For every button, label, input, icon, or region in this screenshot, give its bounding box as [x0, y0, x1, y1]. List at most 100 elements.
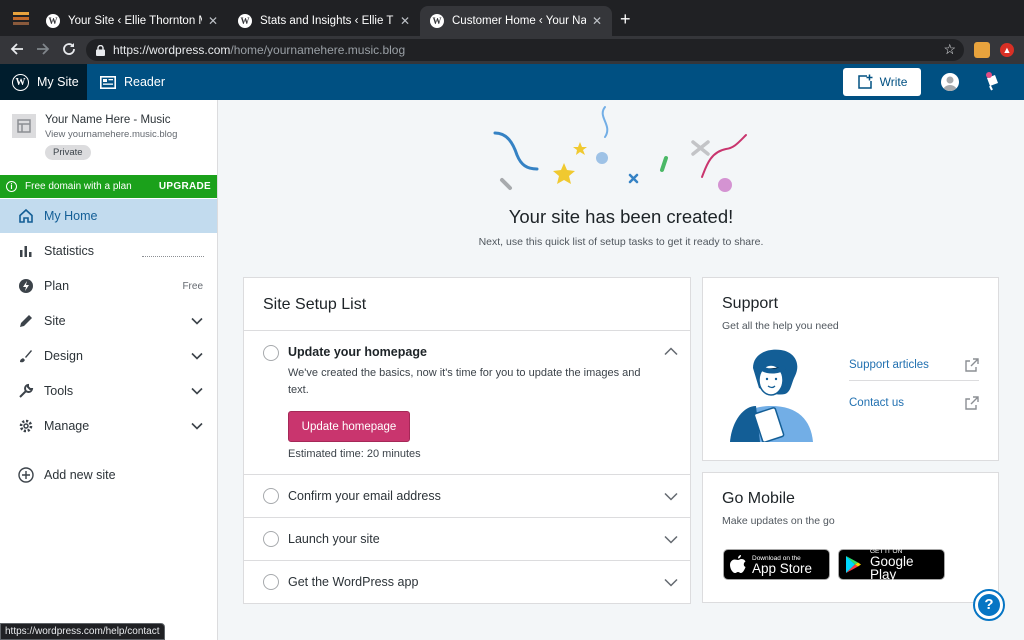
- task-description: We've created the basics, now it's time …: [288, 367, 641, 396]
- support-subtitle: Get all the help you need: [722, 320, 839, 332]
- chevron-down-icon: [664, 492, 678, 501]
- sidebar-item-tools[interactable]: Tools: [0, 374, 217, 408]
- browser-status-url: https://wordpress.com/help/contact: [0, 623, 165, 640]
- wordpress-icon: W: [46, 14, 60, 28]
- sidebar-item-manage[interactable]: Manage: [0, 409, 217, 443]
- add-circle-icon: [17, 466, 35, 484]
- task-title[interactable]: Update your homepage: [288, 345, 427, 359]
- avatar[interactable]: [941, 73, 959, 91]
- browser-tab[interactable]: W Your Site ‹ Ellie Thornton Music ✕: [36, 6, 228, 36]
- url-path: /home/yournamehere.music.blog: [230, 43, 406, 57]
- chevron-down-icon: [191, 387, 203, 395]
- lock-icon: [96, 44, 105, 56]
- confetti-illustration: [490, 105, 760, 200]
- site-placeholder-icon: [12, 114, 36, 138]
- site-name: Your Name Here - Music: [45, 114, 171, 126]
- page-subtitle: Next, use this quick list of setup tasks…: [478, 236, 764, 248]
- google-play-icon: [845, 555, 862, 574]
- external-link-icon: [965, 396, 979, 410]
- setup-task-confirm-email[interactable]: Confirm your email address: [244, 474, 690, 517]
- write-plus-icon: [857, 74, 873, 90]
- wordpress-icon: W: [238, 14, 252, 28]
- setup-list-title: Site Setup List: [263, 296, 367, 313]
- reload-icon[interactable]: [62, 42, 76, 56]
- back-icon[interactable]: [10, 42, 24, 56]
- support-articles-link[interactable]: Support articles: [849, 350, 979, 381]
- bar-chart-icon: [17, 242, 35, 260]
- wordpress-icon: W: [430, 14, 444, 28]
- reader-icon: [100, 75, 116, 89]
- chevron-down-icon: [191, 317, 203, 325]
- go-mobile-card: Go Mobile Make updates on the go Downloa…: [702, 472, 999, 603]
- sidebar-item-statistics[interactable]: Statistics: [0, 234, 217, 268]
- site-url-link[interactable]: View yournamehere.music.blog: [45, 129, 177, 140]
- contact-us-link[interactable]: Contact us: [849, 388, 979, 418]
- browser-tab-active[interactable]: W Customer Home ‹ Your Name H ✕: [420, 6, 612, 36]
- design-brush-icon: [17, 347, 35, 365]
- browser-app-icon[interactable]: [13, 12, 29, 25]
- app-store-badge[interactable]: Download on the App Store: [723, 549, 830, 580]
- task-status-circle: [263, 531, 279, 547]
- chevron-down-icon: [191, 422, 203, 430]
- sidebar-item-site[interactable]: Site: [0, 304, 217, 338]
- new-tab-icon[interactable]: +: [620, 10, 631, 28]
- chevron-down-icon: [191, 352, 203, 360]
- extension-icon[interactable]: [974, 42, 990, 58]
- reader-button[interactable]: Reader: [100, 64, 165, 100]
- info-icon: i: [6, 181, 17, 192]
- notifications-bell-icon[interactable]: [983, 72, 1003, 92]
- help-question-icon: ?: [978, 594, 1000, 616]
- address-bar[interactable]: https://wordpress.com/home/yournamehere.…: [86, 39, 964, 61]
- url-base: https://wordpress.com: [113, 43, 231, 57]
- sidebar-item-my-home[interactable]: My Home: [0, 199, 217, 233]
- free-domain-banner[interactable]: i Free domain with a plan UPGRADE: [0, 175, 217, 198]
- google-play-badge[interactable]: GET IT ON Google Play: [838, 548, 945, 581]
- extension-icon[interactable]: ▲: [1000, 43, 1014, 57]
- task-status-circle: [263, 574, 279, 590]
- setup-task-launch-site[interactable]: Launch your site: [244, 517, 690, 560]
- support-card: Support Get all the help you need Suppor…: [702, 277, 999, 461]
- task-estimate: Estimated time: 20 minutes: [288, 448, 421, 460]
- close-tab-icon[interactable]: ✕: [400, 14, 410, 28]
- chevron-down-icon: [664, 535, 678, 544]
- setup-task-expanded: Update your homepage We've created the b…: [244, 330, 690, 474]
- home-icon: [17, 207, 35, 225]
- external-link-icon: [965, 358, 979, 372]
- sidebar-item-design[interactable]: Design: [0, 339, 217, 373]
- site-setup-card: Site Setup List Update your homepage We'…: [243, 277, 691, 604]
- plan-bolt-icon: [17, 277, 35, 295]
- close-tab-icon[interactable]: ✕: [592, 14, 602, 28]
- go-mobile-title: Go Mobile: [722, 490, 795, 507]
- upgrade-link[interactable]: UPGRADE: [159, 181, 211, 192]
- browser-tab[interactable]: W Stats and Insights ‹ Ellie Thornton ✕: [228, 6, 420, 36]
- current-site-card[interactable]: Your Name Here - Music View yournamehere…: [0, 100, 217, 175]
- my-site-button[interactable]: W My Site: [0, 64, 87, 100]
- stats-sparkline: [142, 256, 204, 257]
- sidebar-item-add-new-site[interactable]: Add new site: [0, 458, 217, 492]
- wp-masterbar: W My Site Reader Write: [0, 64, 1024, 100]
- help-button[interactable]: ?: [973, 589, 1005, 621]
- forward-icon[interactable]: [36, 42, 50, 56]
- apple-logo-icon: [730, 555, 746, 574]
- wrench-icon: [17, 382, 35, 400]
- pencil-icon: [17, 312, 35, 330]
- task-status-circle: [263, 488, 279, 504]
- setup-task-get-app[interactable]: Get the WordPress app: [244, 560, 690, 603]
- gear-icon: [17, 417, 35, 435]
- write-button[interactable]: Write: [843, 68, 921, 96]
- page-title: Your site has been created!: [508, 206, 734, 227]
- sidebar-item-plan[interactable]: Plan Free: [0, 269, 217, 303]
- chevron-up-icon[interactable]: [664, 347, 678, 356]
- task-status-circle[interactable]: [263, 345, 279, 361]
- sidebar: Your Name Here - Music View yournamehere…: [0, 100, 218, 640]
- wordpress-logo-icon: W: [12, 73, 29, 91]
- update-homepage-button[interactable]: Update homepage: [288, 411, 410, 442]
- close-tab-icon[interactable]: ✕: [208, 14, 218, 28]
- plan-free-label: Free: [182, 280, 203, 292]
- browser-toolbar: https://wordpress.com/home/yournamehere.…: [0, 36, 1024, 64]
- browser-tab-strip: W Your Site ‹ Ellie Thornton Music ✕ W S…: [0, 0, 1024, 36]
- bookmark-star-icon[interactable]: ☆: [943, 42, 956, 56]
- chevron-down-icon: [664, 578, 678, 587]
- support-title: Support: [722, 295, 779, 312]
- private-badge: Private: [45, 145, 91, 160]
